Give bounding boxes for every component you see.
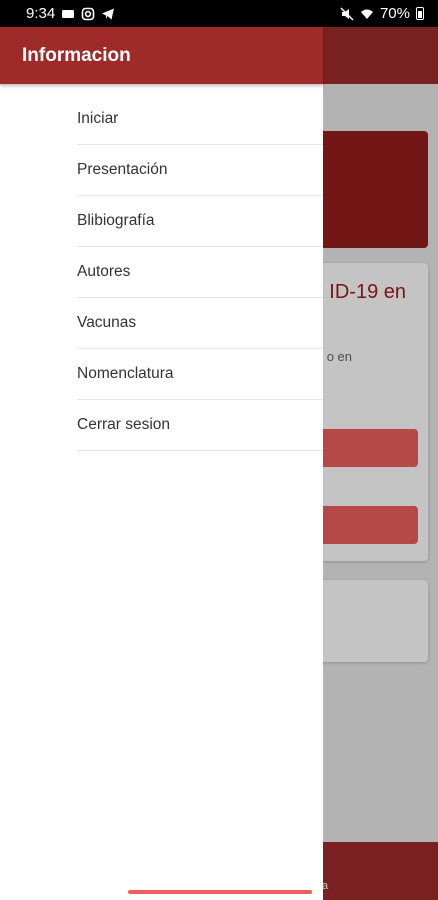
drawer-header: Informacion: [0, 27, 323, 84]
telegram-icon: [102, 8, 115, 19]
notification-icon: [62, 9, 75, 18]
wifi-icon: [360, 9, 373, 19]
battery-icon: [416, 7, 424, 20]
menu-item-autores[interactable]: Autores: [77, 247, 323, 298]
navigation-drawer: Informacion Iniciar Presentación Blibiog…: [0, 27, 323, 900]
menu-item-iniciar[interactable]: Iniciar: [77, 94, 323, 145]
battery-percent: 70%: [379, 5, 410, 22]
menu-item-vacunas[interactable]: Vacunas: [77, 298, 323, 349]
menu-item-presentacion[interactable]: Presentación: [77, 145, 323, 196]
menu-item-bibliografia[interactable]: Blibiografía: [77, 196, 323, 247]
menu-item-cerrar-sesion[interactable]: Cerrar sesion: [77, 400, 323, 451]
instagram-icon: [81, 7, 95, 20]
status-bar-left: 9:34: [26, 5, 115, 22]
status-bar-right: 70%: [340, 5, 424, 22]
menu-item-nomenclatura[interactable]: Nomenclatura: [77, 349, 323, 400]
drawer-menu: Iniciar Presentación Blibiografía Autore…: [0, 94, 323, 451]
drawer-title: Informacion: [22, 44, 131, 66]
gesture-nav-handle[interactable]: [128, 890, 312, 894]
mute-icon: [340, 6, 354, 21]
status-bar: 9:34 70%: [0, 0, 438, 27]
status-time: 9:34: [26, 5, 56, 22]
